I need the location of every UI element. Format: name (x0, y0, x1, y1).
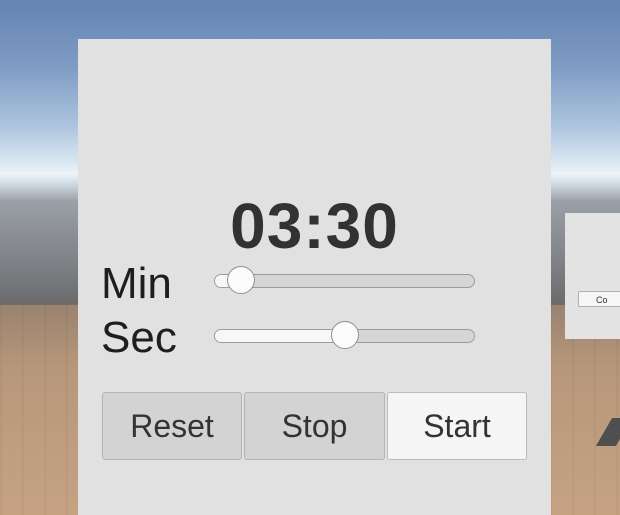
sec-slider-handle[interactable] (330, 321, 359, 349)
reset-button[interactable]: Reset (102, 392, 242, 460)
min-slider[interactable] (214, 266, 475, 294)
side-panel-button[interactable]: Co (578, 291, 620, 307)
min-label: Min (101, 259, 172, 308)
sec-slider-fill (215, 330, 346, 342)
sec-label: Sec (101, 313, 177, 362)
timer-panel: 03:30 Min Sec Reset Stop Start (78, 39, 551, 515)
start-button[interactable]: Start (387, 392, 527, 460)
sec-slider[interactable] (214, 321, 475, 349)
min-slider-handle[interactable] (226, 266, 255, 294)
side-panel: Co (565, 213, 620, 339)
stop-button[interactable]: Stop (244, 392, 385, 460)
timer-display: 03:30 (230, 190, 399, 262)
